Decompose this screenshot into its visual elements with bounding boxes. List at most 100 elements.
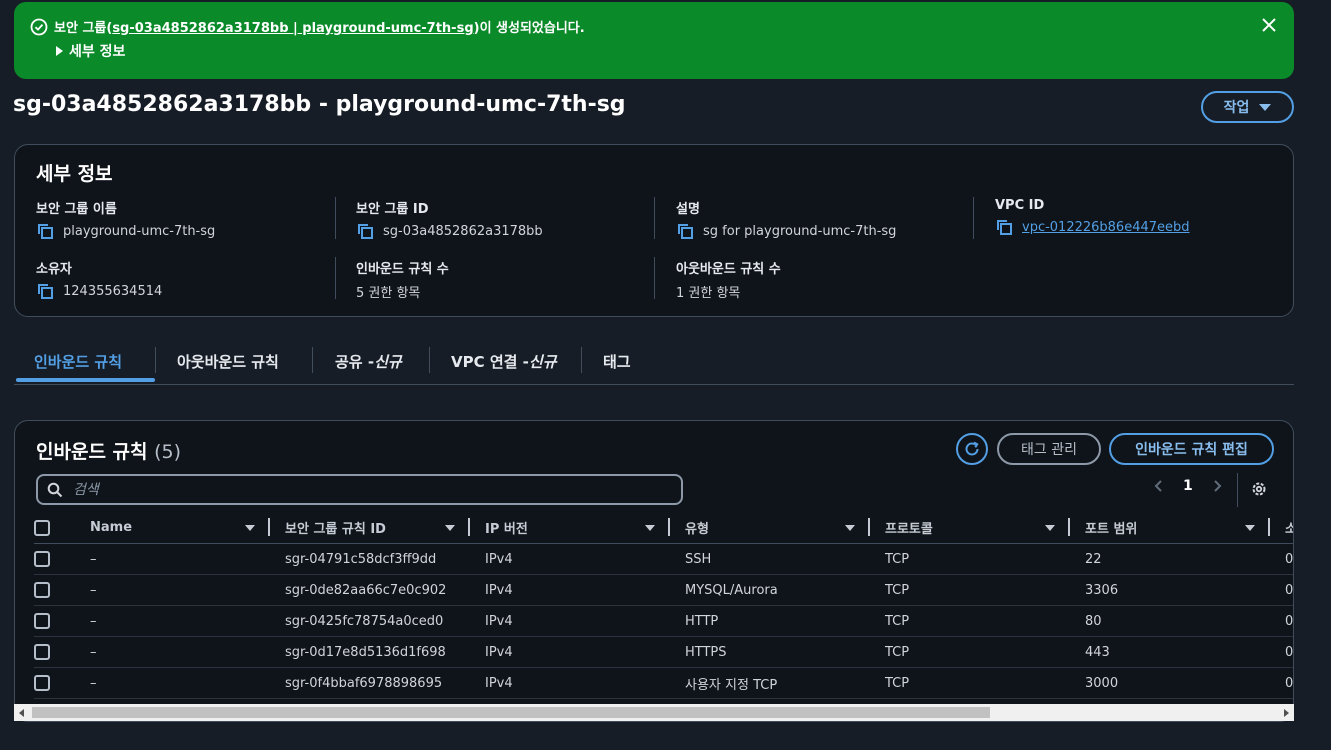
row-checkbox[interactable] — [34, 613, 50, 629]
tab-divider — [581, 347, 582, 373]
active-tab-indicator — [16, 378, 155, 382]
details-title: 세부 정보 — [36, 163, 113, 185]
gear-icon[interactable] — [1250, 480, 1268, 498]
cell-source: 0.0.0.0/0 — [1270, 605, 1293, 637]
sort-icon[interactable] — [245, 524, 255, 531]
flash-message-prefix: 보안 그룹( — [54, 21, 113, 36]
actions-dropdown-button[interactable]: 작업 — [1201, 91, 1294, 123]
owner-label: 소유자 — [36, 262, 72, 277]
copy-icon[interactable] — [995, 218, 1013, 236]
table-row[interactable]: – sgr-0425fc78754a0ced0 IPv4 HTTP TCP 80… — [34, 605, 1293, 637]
owner-value: 124355634514 — [63, 283, 163, 299]
column-header-type[interactable]: 유형 — [670, 512, 870, 544]
column-header-ip-version[interactable]: IP 버전 — [470, 512, 670, 544]
sort-icon[interactable] — [1045, 524, 1055, 531]
cell-name: – — [90, 605, 270, 637]
inbound-count-label: 인바운드 규칙 수 — [356, 262, 449, 277]
column-label: Name — [90, 520, 133, 535]
new-badge: 신규 — [374, 352, 402, 371]
flash-message: 보안 그룹(sg-03a4852862a3178bb | playground-… — [54, 17, 585, 36]
column-label: 보안 그룹 규칙 ID — [285, 522, 386, 537]
flash-details-toggle[interactable]: 세부 정보 — [56, 41, 125, 61]
manage-tags-button[interactable]: 태그 관리 — [997, 433, 1101, 465]
column-header-name[interactable]: Name — [90, 512, 270, 544]
copy-icon[interactable] — [676, 222, 694, 240]
copy-icon[interactable] — [36, 222, 54, 240]
table-header-row: Name 보안 그룹 규칙 ID IP 버전 유형 프로토콜 포트 범위 소스 — [34, 512, 1293, 544]
flash-sg-link[interactable]: sg-03a4852862a3178bb | playground-umc-7t… — [112, 21, 473, 36]
cell-ip-version: IPv4 — [470, 605, 670, 637]
column-label: IP 버전 — [485, 522, 528, 537]
tab-divider — [429, 347, 430, 373]
tab-vpc-associations[interactable]: VPC 연결 - 신규 — [451, 340, 557, 382]
sort-icon[interactable] — [445, 524, 455, 531]
vpc-id-link[interactable]: vpc-012226b86e447eebd — [1022, 220, 1190, 235]
cell-ip-version: IPv4 — [470, 636, 670, 668]
flash-message-suffix: )이 생성되었습니다. — [473, 21, 585, 36]
cell-name: – — [90, 543, 270, 575]
cell-name: – — [90, 636, 270, 668]
tab-label: 인바운드 규칙 — [34, 352, 123, 371]
inbound-count-field: 인바운드 규칙 수 5 권한 항목 — [356, 258, 449, 301]
sort-icon[interactable] — [1245, 524, 1255, 531]
sort-icon[interactable] — [645, 524, 655, 531]
scroll-left-icon[interactable] — [19, 709, 24, 717]
table-row[interactable]: – sgr-04791c58dcf3ff9dd IPv4 SSH TCP 22 … — [34, 543, 1293, 575]
horizontal-scrollbar[interactable] — [14, 704, 1294, 721]
tab-outbound-rules[interactable]: 아웃바운드 규칙 — [177, 340, 279, 382]
sg-name-label: 보안 그룹 이름 — [36, 202, 117, 217]
tab-sharing[interactable]: 공유 - 신규 — [335, 340, 402, 382]
row-checkbox[interactable] — [34, 582, 50, 598]
sg-id-value: sg-03a4852862a3178bb — [383, 223, 543, 239]
scroll-right-icon[interactable] — [1284, 709, 1289, 717]
row-checkbox[interactable] — [34, 675, 50, 691]
search-input[interactable] — [71, 480, 655, 499]
inbound-rules-panel: 인바운드 규칙 (5) 태그 관리 인바운드 규칙 편집 1 N — [14, 420, 1294, 722]
column-header-port-range[interactable]: 포트 범위 — [1070, 512, 1270, 544]
owner-field: 소유자 124355634514 — [36, 258, 162, 300]
column-header-source[interactable]: 소스 — [1270, 512, 1293, 544]
divider — [1237, 473, 1238, 507]
check-circle-icon — [30, 18, 48, 36]
chevron-left-icon[interactable] — [1153, 479, 1165, 493]
description-field: 설명 sg for playground-umc-7th-sg — [676, 198, 896, 240]
cell-name: – — [90, 667, 270, 699]
search-field[interactable] — [36, 474, 683, 505]
row-checkbox[interactable] — [34, 644, 50, 660]
new-badge: 신규 — [528, 352, 557, 371]
row-checkbox[interactable] — [34, 551, 50, 567]
column-label: 포트 범위 — [1085, 522, 1138, 537]
edit-inbound-rules-button[interactable]: 인바운드 규칙 편집 — [1109, 433, 1274, 465]
table-row[interactable]: – sgr-0de82aa66c7e0c902 IPv4 MYSQL/Auror… — [34, 574, 1293, 606]
refresh-button[interactable] — [956, 433, 988, 465]
tab-tags[interactable]: 태그 — [603, 340, 631, 382]
cell-ip-version: IPv4 — [470, 574, 670, 606]
divider — [335, 257, 336, 299]
column-header-protocol[interactable]: 프로토콜 — [870, 512, 1070, 544]
close-icon[interactable] — [1260, 16, 1278, 34]
copy-icon[interactable] — [356, 222, 374, 240]
scrollbar-thumb[interactable] — [32, 707, 990, 718]
page-number[interactable]: 1 — [1183, 478, 1193, 494]
cell-rule-id: sgr-0425fc78754a0ced0 — [270, 605, 470, 637]
success-flashbar: 보안 그룹(sg-03a4852862a3178bb | playground-… — [14, 2, 1294, 79]
table-row[interactable]: – sgr-0f4bbaf6978898695 IPv4 사용자 지정 TCP … — [34, 667, 1293, 699]
refresh-icon — [965, 441, 979, 456]
chevron-right-icon[interactable] — [1211, 479, 1223, 493]
tab-inbound-rules[interactable]: 인바운드 규칙 — [34, 340, 122, 382]
select-all-checkbox[interactable] — [34, 519, 50, 536]
inbound-rules-title: 인바운드 규칙 (5) — [36, 437, 181, 464]
copy-icon[interactable] — [36, 282, 54, 300]
table-row[interactable]: – sgr-0d17e8d5136d1f698 IPv4 HTTPS TCP 4… — [34, 636, 1293, 668]
cell-ip-version: IPv4 — [470, 543, 670, 575]
column-label: 프로토콜 — [885, 522, 933, 537]
sort-icon[interactable] — [845, 524, 855, 531]
flash-details-label: 세부 정보 — [69, 44, 126, 60]
cell-type: SSH — [670, 543, 870, 575]
cell-source: 0.0.0.0/0 — [1270, 543, 1293, 575]
cell-rule-id: sgr-04791c58dcf3ff9dd — [270, 543, 470, 575]
column-header-rule-id[interactable]: 보안 그룹 규칙 ID — [270, 512, 470, 544]
cell-port-range: 22 — [1070, 543, 1270, 575]
tab-label: 태그 — [603, 352, 631, 371]
divider — [654, 197, 655, 239]
